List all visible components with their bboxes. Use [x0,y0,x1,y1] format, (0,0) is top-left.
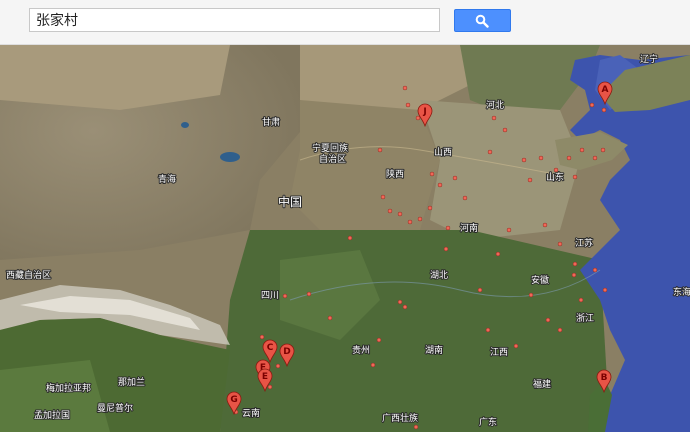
label-fujian: 福建 [533,378,551,390]
label-shaanxi: 陕西 [386,168,404,180]
label-china: 中国 [278,194,302,209]
label-bangladesh: 孟加拉国 [34,409,70,421]
label-meghalaya: 梅加拉亚邦 [46,382,91,394]
label-nagaland: 那加兰 [118,376,145,388]
label-qinghai: 青海 [158,173,176,185]
label-gansu: 甘肃 [262,116,280,128]
label-ningxia-2: 自治区 [319,153,346,165]
label-tibet: 西藏自治区 [6,269,51,281]
label-hebei: 河北 [486,99,504,111]
label-shanxi: 山西 [434,147,452,158]
label-manipur: 曼尼普尔 [97,402,133,414]
svg-text:A: A [602,85,609,95]
search-button[interactable] [454,9,511,32]
label-sichuan: 四川 [261,291,279,301]
svg-text:J: J [422,107,426,117]
svg-text:B: B [601,373,608,383]
search-icon [475,14,489,28]
label-guizhou: 贵州 [352,344,370,356]
label-hubei: 湖北 [430,270,448,281]
label-jiangxi: 江西 [490,347,508,358]
svg-text:E: E [262,372,268,382]
label-hunan: 湖南 [425,344,443,356]
search-bar [0,0,690,45]
label-shandong: 山东 [546,171,564,183]
satellite-map[interactable]: 辽宁 河北 甘肃 宁夏回族 自治区 山西 青海 陕西 山东 中国 河南 江苏 西… [0,45,690,432]
label-zhejiang: 浙江 [576,312,594,324]
label-yunnan: 云南 [242,407,260,419]
svg-text:D: D [283,347,290,357]
label-jiangsu: 江苏 [575,237,593,249]
label-anhui: 安徽 [531,274,549,286]
search-input[interactable] [29,8,440,32]
label-henan: 河南 [460,222,478,234]
label-guangdong: 广东 [479,416,497,428]
svg-text:G: G [230,395,237,405]
label-donghai: 东海 [673,286,690,298]
label-guangxi: 广西壮族 [382,412,418,424]
label-liaoning: 辽宁 [640,53,658,65]
svg-text:C: C [267,343,274,353]
label-ningxia-1: 宁夏回族 [312,142,348,154]
